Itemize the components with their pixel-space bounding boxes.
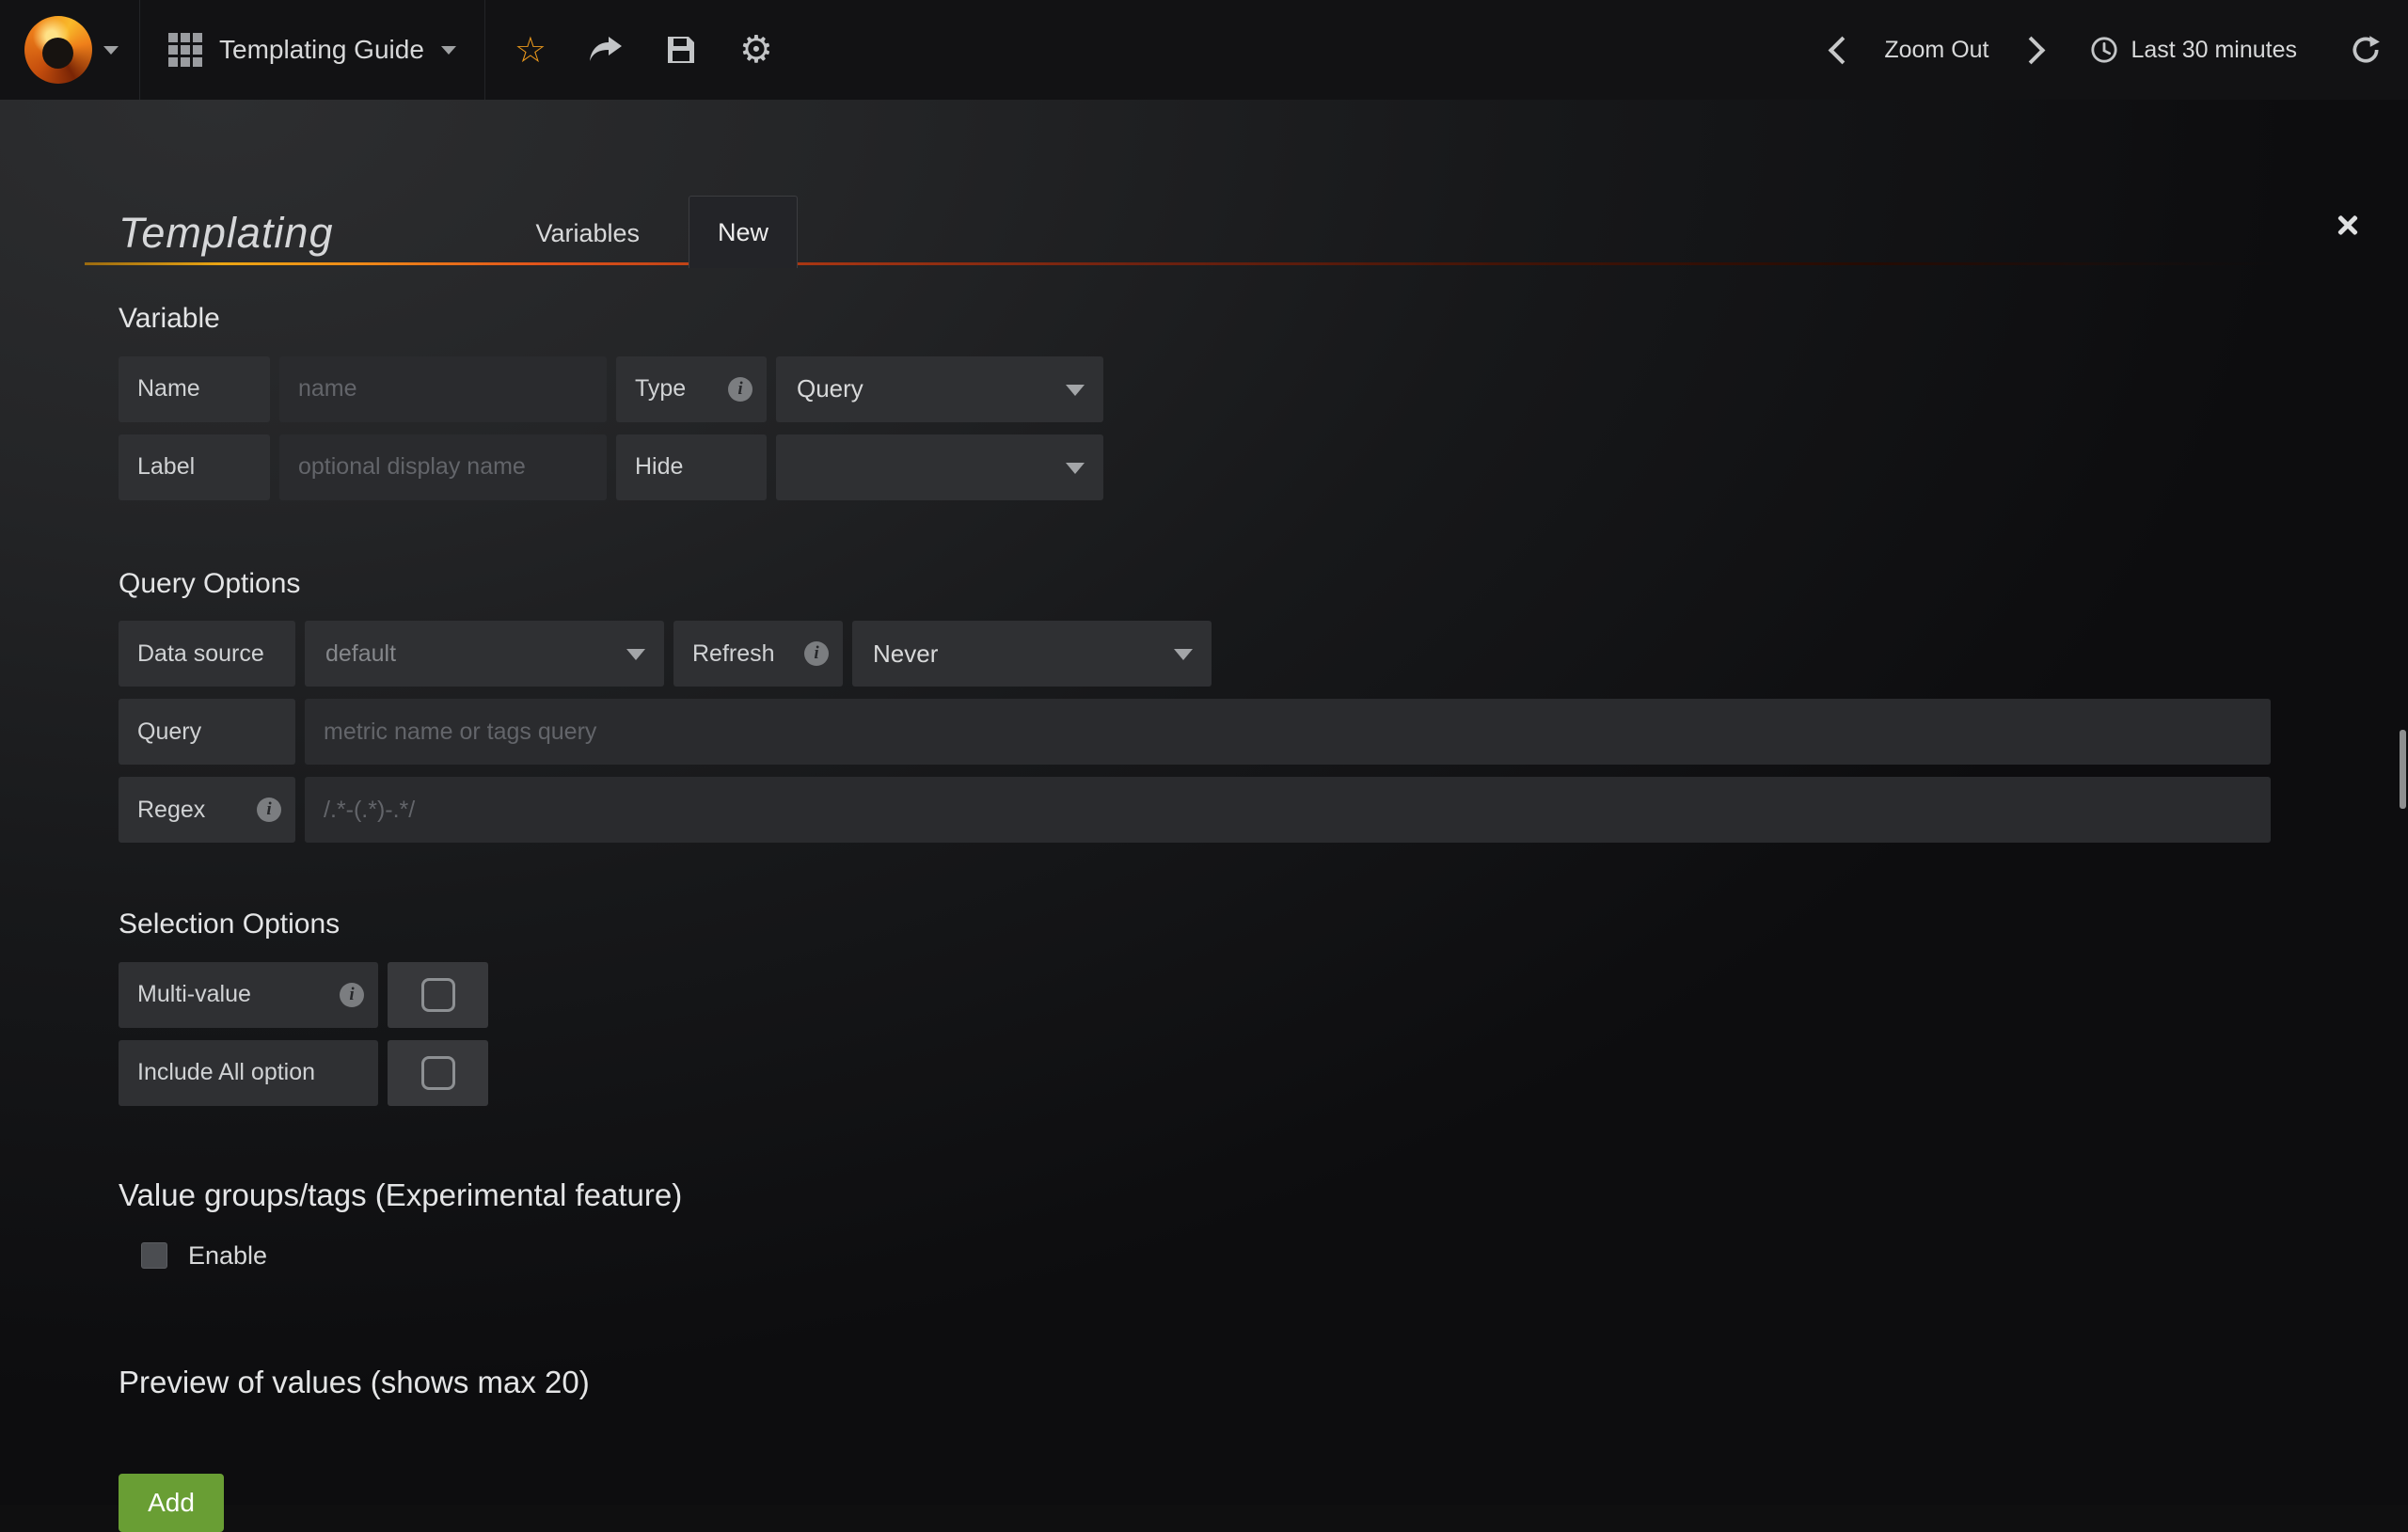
refresh-icon (2350, 34, 2382, 66)
name-label: Name (119, 356, 270, 422)
tab-new[interactable]: New (689, 196, 798, 268)
dashboard-grid-icon (168, 33, 202, 67)
refresh-label: Refresh i (673, 621, 843, 687)
heading-selection-options: Selection Options (119, 908, 2370, 941)
accent-gradient-line (85, 262, 2370, 265)
chevron-left-icon[interactable] (1829, 36, 1857, 64)
share-button[interactable] (568, 0, 643, 100)
grafana-menu-button[interactable] (0, 0, 140, 100)
gear-icon: ⚙ (739, 31, 773, 69)
caret-down-icon (1174, 649, 1193, 660)
multi-value-row: Multi-value i (119, 962, 2370, 1028)
add-button[interactable]: Add (119, 1474, 224, 1532)
datasource-select-value: default (325, 640, 396, 668)
regex-input[interactable] (305, 777, 2271, 843)
time-range-label: Last 30 minutes (2131, 37, 2298, 64)
enable-checkbox[interactable] (141, 1242, 167, 1269)
dashboard-title: Templating Guide (219, 35, 424, 65)
close-icon[interactable] (2335, 212, 2361, 238)
include-all-checkbox[interactable] (421, 1056, 455, 1090)
refresh-select-value: Never (873, 640, 938, 669)
info-icon[interactable]: i (340, 983, 364, 1007)
info-icon[interactable]: i (257, 798, 281, 822)
refresh-select[interactable]: Never (852, 621, 1212, 687)
refresh-label-text: Refresh (692, 640, 775, 668)
label-label: Label (119, 434, 270, 500)
floppy-save-icon (666, 35, 696, 65)
chevron-right-icon[interactable] (2017, 36, 2045, 64)
heading-value-groups: Value groups/tags (Experimental feature) (119, 1177, 2370, 1213)
page-title: Templating (119, 210, 333, 257)
query-label: Query (119, 699, 295, 765)
regex-label-text: Regex (137, 797, 205, 824)
query-row: Query (119, 699, 2370, 765)
query-input[interactable] (305, 699, 2271, 765)
heading-query-options: Query Options (119, 568, 2370, 601)
zoom-out-button[interactable]: Zoom Out (1884, 37, 1988, 64)
datasource-row: Data source default Refresh i Never (119, 621, 2370, 687)
label-input[interactable] (279, 434, 607, 500)
caret-down-icon (1066, 463, 1085, 474)
heading-variable: Variable (119, 303, 2370, 336)
multi-value-checkbox-cell (388, 962, 488, 1028)
time-range-button[interactable]: Last 30 minutes (2090, 36, 2298, 64)
templating-editor: Templating Variables New Variable Name T… (85, 184, 2370, 1532)
datasource-label: Data source (119, 621, 295, 687)
caret-down-icon (626, 649, 645, 660)
chevron-down-icon (441, 46, 456, 55)
star-icon: ☆ (515, 32, 547, 68)
include-all-row: Include All option (119, 1040, 2370, 1106)
dashboard-body: Templating Variables New Variable Name T… (0, 100, 2408, 1505)
multi-value-label-text: Multi-value (137, 981, 251, 1008)
chevron-down-icon (103, 46, 119, 55)
settings-button[interactable]: ⚙ (719, 0, 794, 100)
time-controls: Zoom Out Last 30 minutes (1832, 0, 2408, 100)
top-navbar: Templating Guide ☆ ⚙ Zoom Out (0, 0, 2408, 100)
save-button[interactable] (643, 0, 719, 100)
dashboard-picker-button[interactable]: Templating Guide (140, 0, 485, 100)
refresh-button[interactable] (2350, 34, 2382, 66)
enable-label: Enable (188, 1241, 267, 1271)
hide-select[interactable] (776, 434, 1103, 500)
type-label-text: Type (635, 375, 686, 403)
type-select[interactable]: Query (776, 356, 1103, 422)
favorite-button[interactable]: ☆ (493, 0, 568, 100)
variable-label-row: Label Hide (119, 434, 2370, 500)
scrollbar-thumb[interactable] (2400, 730, 2406, 809)
regex-label: Regex i (119, 777, 295, 843)
info-icon[interactable]: i (728, 377, 752, 402)
hide-label: Hide (616, 434, 767, 500)
info-icon[interactable]: i (804, 641, 829, 666)
type-select-value: Query (797, 374, 863, 403)
editor-header: Templating Variables New (85, 184, 2370, 265)
time-nav-group: Zoom Out (1832, 37, 2040, 64)
include-all-label: Include All option (119, 1040, 378, 1106)
name-input[interactable] (279, 356, 607, 422)
datasource-select[interactable]: default (305, 621, 664, 687)
include-all-checkbox-cell (388, 1040, 488, 1106)
enable-row: Enable (141, 1237, 2370, 1274)
clock-icon (2090, 36, 2118, 64)
type-label: Type i (616, 356, 767, 422)
caret-down-icon (1066, 385, 1085, 396)
tab-variables[interactable]: Variables (526, 219, 649, 248)
regex-row: Regex i (119, 777, 2370, 843)
heading-preview: Preview of values (shows max 20) (119, 1365, 2370, 1400)
multi-value-checkbox[interactable] (421, 978, 455, 1012)
editor-tabs: Variables New (526, 196, 798, 265)
variable-name-row: Name Type i Query (119, 356, 2370, 422)
dashboard-actions: ☆ ⚙ (485, 0, 794, 100)
share-icon (589, 36, 623, 64)
grafana-logo (24, 16, 92, 84)
multi-value-label: Multi-value i (119, 962, 378, 1028)
